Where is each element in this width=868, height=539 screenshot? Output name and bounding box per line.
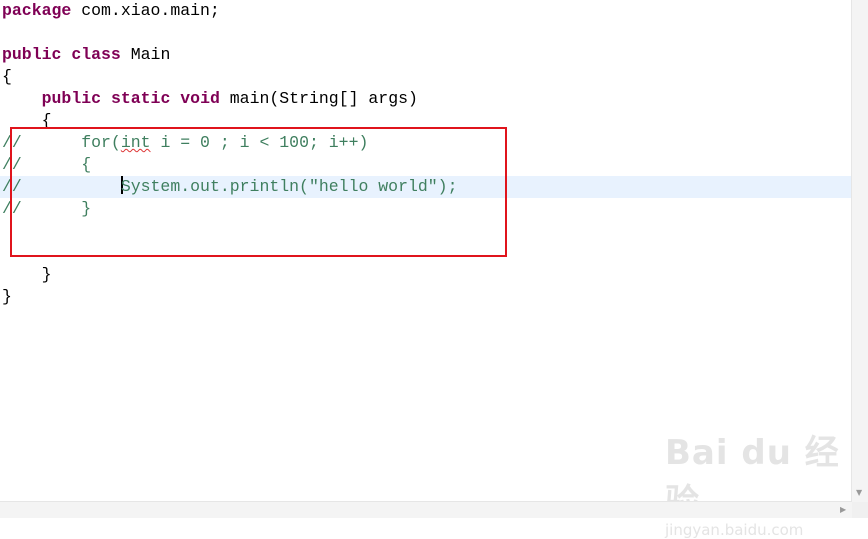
scroll-right-icon[interactable]: ▶ (840, 505, 846, 514)
code-line: public static void main(String[] args) (41, 89, 418, 108)
vertical-scrollbar[interactable]: ▼ (851, 0, 868, 502)
code-line: } (2, 287, 12, 306)
code-line: } (2, 265, 52, 284)
scrollbar-corner (852, 502, 868, 518)
horizontal-scrollbar[interactable]: ▶ (0, 501, 852, 518)
code-editor[interactable]: package com.xiao.main; public class Main… (0, 0, 852, 539)
code-line: public class Main (2, 45, 171, 64)
scroll-down-icon[interactable]: ▼ (856, 488, 862, 497)
baidu-watermark: Bai du 经验 jingyan.baidu.com (665, 433, 840, 539)
annotation-box (10, 127, 507, 257)
code-line: { (2, 67, 12, 86)
code-line: package com.xiao.main; (2, 1, 220, 20)
